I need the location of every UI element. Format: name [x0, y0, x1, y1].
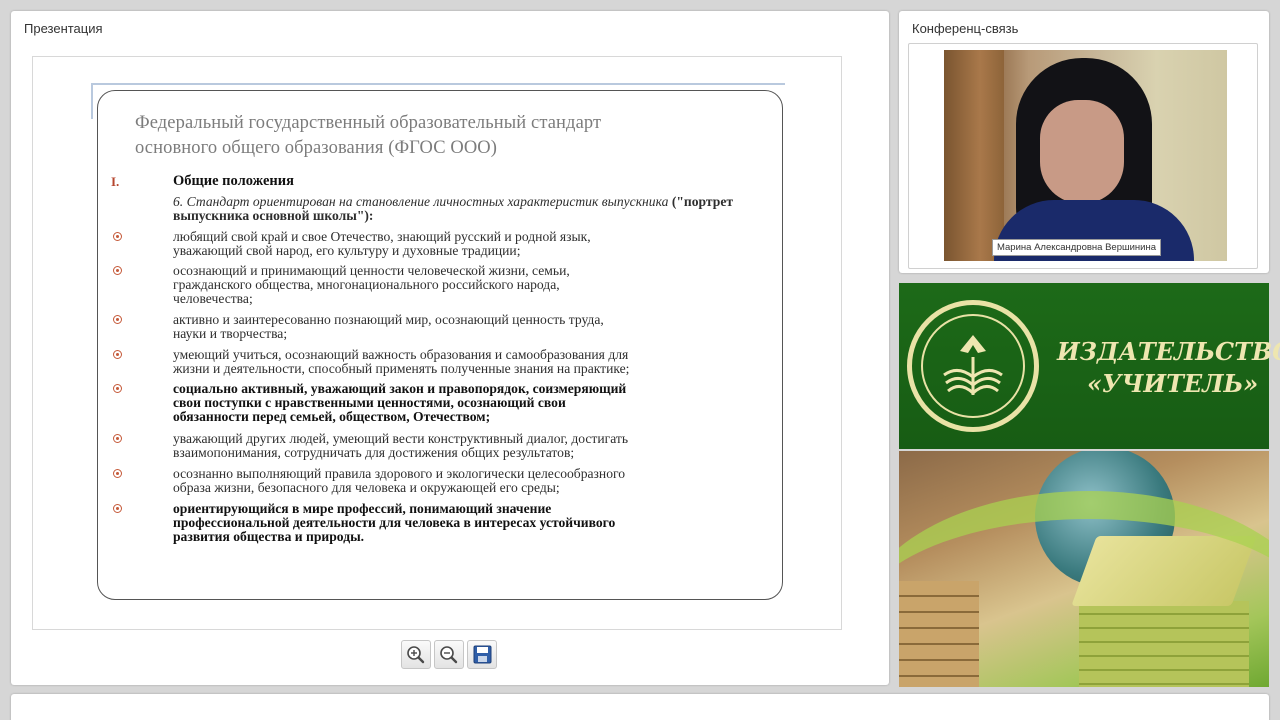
- bullet-item-line: умеющий учиться, осознающий важность обр…: [173, 347, 629, 362]
- bullet-item-line: человечества;: [173, 291, 253, 306]
- bullet-item: активно и заинтересованно познающий мир,…: [173, 313, 773, 341]
- webcam-video: Марина Александровна Вершинина: [944, 50, 1227, 261]
- publisher-name-line2: «УЧИТЕЛЬ»: [1087, 369, 1259, 398]
- conference-panel-title: Конференц-связь: [912, 21, 1019, 36]
- conference-panel: Конференц-связь Марина Александровна Вер…: [899, 11, 1269, 273]
- bullet-item-line: ориентирующийся в мире профессий, понима…: [173, 501, 552, 516]
- save-icon: [473, 645, 492, 664]
- publisher-emblem: [907, 300, 1039, 432]
- speaker-face: [1040, 100, 1124, 204]
- bullet-item-line: профессиональной деятельности для челове…: [173, 515, 616, 530]
- slide-title-line2: основного общего образования (ФГОС ООО): [135, 138, 497, 158]
- bullet-item-line: развития общества и природы.: [173, 529, 365, 544]
- slide-decor-line: [91, 83, 785, 85]
- bottom-bar: [11, 694, 1269, 720]
- bullet-item-line: активно и заинтересованно познающий мир,…: [173, 312, 604, 327]
- intro-italic: 6. Стандарт ориентирован на становление …: [173, 194, 669, 209]
- bullet-icon: [113, 350, 122, 359]
- publisher-logo-banner: ИЗДАТЕЛЬСТВО «УЧИТЕЛЬ»: [899, 283, 1280, 449]
- bullet-item: осознающий и принимающий ценности челове…: [173, 264, 773, 306]
- bullet-item: уважающий других людей, умеющий вести ко…: [173, 432, 773, 460]
- bullet-item-line: социально активный, уважающий закон и пр…: [173, 381, 627, 396]
- bullet-item-line: науки и творчества;: [173, 326, 288, 341]
- slide-decor-line-vertical: [91, 83, 93, 119]
- bullet-icon: [113, 315, 122, 324]
- bullet-item-line: уважающий свой народ, его культуру и дух…: [173, 243, 521, 258]
- bullet-item-line: уважающий других людей, умеющий вести ко…: [173, 431, 629, 446]
- presentation-panel-title: Презентация: [24, 21, 103, 36]
- bullet-item: ориентирующийся в мире профессий, понима…: [173, 502, 773, 544]
- bullet-icon: [113, 266, 122, 275]
- slide-title-line1: Федеральный государственный образователь…: [135, 113, 602, 133]
- bullet-item: умеющий учиться, осознающий важность обр…: [173, 348, 773, 376]
- bullet-item-line: свои поступки с нравственными ценностями…: [173, 395, 566, 410]
- bullet-item-line: осознанно выполняющий правила здорового …: [173, 466, 626, 481]
- slide-view: Федеральный государственный образователь…: [32, 56, 842, 630]
- bullet-item: любящий свой край и свое Отечество, знаю…: [173, 230, 773, 258]
- bullet-item: осознанно выполняющий правила здорового …: [173, 467, 773, 495]
- publisher-name-line1: ИЗДАТЕЛЬСТВО: [1057, 337, 1280, 366]
- zoom-in-icon: [407, 646, 425, 664]
- save-button[interactable]: [467, 640, 497, 669]
- books-globe-image: [899, 451, 1269, 687]
- zoom-out-icon: [440, 646, 458, 664]
- section-number: I.: [111, 174, 120, 189]
- bullet-icon: [113, 384, 122, 393]
- section-heading: Общие положения: [173, 173, 294, 189]
- intro-text: 6. Стандарт ориентирован на становление …: [173, 195, 773, 223]
- bullet-item-line: образа жизни, безопасного для человека и…: [173, 480, 560, 495]
- book-emblem-icon: [943, 335, 1003, 396]
- bullet-item: социально активный, уважающий закон и пр…: [173, 382, 773, 424]
- presentation-panel: Презентация Федеральный государственный …: [11, 11, 889, 685]
- bullet-item-line: любящий свой край и свое Отечество, знаю…: [173, 229, 591, 244]
- bullet-icon: [113, 434, 122, 443]
- bullet-icon: [113, 469, 122, 478]
- bullet-item-line: жизни и деятельности, способный применят…: [173, 361, 630, 376]
- video-background-door: [944, 50, 1004, 261]
- zoom-in-button[interactable]: [401, 640, 431, 669]
- bullet-item-line: осознающий и принимающий ценности челове…: [173, 263, 570, 278]
- speaker-name-label: Марина Александровна Вершинина: [992, 239, 1162, 256]
- bullet-item-line: взаимопонимания, сотрудничать для достиж…: [173, 445, 575, 460]
- bullet-item-line: гражданского общества, многонациональног…: [173, 277, 560, 292]
- bullet-icon: [113, 232, 122, 241]
- bullet-item-line: обязанности перед семьей, обществом, Оте…: [173, 409, 491, 424]
- bullet-icon: [113, 504, 122, 513]
- zoom-out-button[interactable]: [434, 640, 464, 669]
- green-swoosh-decor: [899, 491, 1269, 687]
